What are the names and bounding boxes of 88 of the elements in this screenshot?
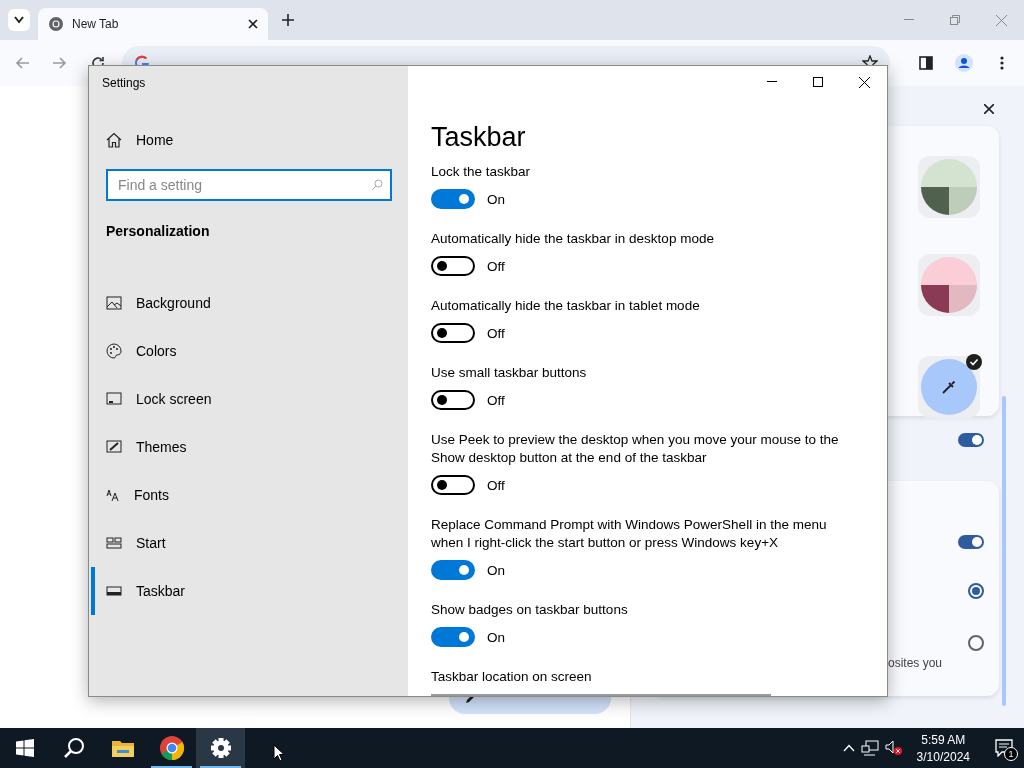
notifications-button[interactable]: 1: [984, 728, 1024, 768]
maximize-icon: [813, 77, 823, 87]
notification-count: 1: [1004, 747, 1018, 761]
toggle-switch[interactable]: [431, 256, 475, 276]
search-field[interactable]: Find a setting: [106, 169, 392, 201]
toggle-switch[interactable]: [431, 189, 475, 209]
color-swatch[interactable]: [921, 159, 977, 215]
eyedropper-icon: [940, 378, 958, 396]
toggle-state: On: [487, 191, 505, 207]
color-swatch[interactable]: [921, 359, 977, 415]
volume-muted-icon: [884, 740, 903, 756]
plus-icon: [282, 14, 294, 26]
nav-item[interactable]: Themes: [91, 423, 408, 471]
message-icon: [995, 739, 1013, 757]
home-nav-item[interactable]: Home: [89, 128, 408, 152]
close-icon: [858, 76, 870, 88]
side-panel-icon: [919, 56, 933, 70]
back-arrow-icon: [14, 57, 29, 69]
chevron-down-icon: [14, 16, 24, 24]
font-icon: [106, 488, 120, 502]
chrome-icon: [158, 735, 185, 761]
home-icon: [106, 132, 122, 148]
toggle-state: On: [487, 562, 505, 578]
time: 5:59 AM: [921, 732, 966, 747]
toggle-state: Off: [487, 477, 505, 493]
toggle-switch[interactable]: [431, 390, 475, 410]
close-icon: [248, 19, 258, 29]
nav-item[interactable]: Background: [91, 279, 408, 327]
setting-label: Show badges on taskbar buttons: [431, 601, 629, 619]
toggle-switch[interactable]: [431, 475, 475, 495]
toggle-state: On: [487, 629, 505, 645]
clock[interactable]: 5:59 AM 3/10/2024: [908, 732, 978, 764]
toggle-switch[interactable]: [431, 323, 475, 343]
brush-icon: [106, 440, 122, 454]
setting-label: Lock the taskbar: [431, 163, 532, 181]
date: 3/10/2024: [916, 749, 970, 764]
windows-logo-icon: [15, 739, 34, 757]
setting-label: Taskbar location on screen: [431, 668, 593, 686]
browser-tab[interactable]: New Tab: [38, 8, 268, 40]
forward-arrow-icon: [52, 57, 67, 69]
nav-item[interactable]: Fonts: [91, 471, 408, 519]
setting-label: Use small taskbar buttons: [431, 364, 588, 382]
network-icon: [860, 740, 879, 756]
minimize-icon: [904, 19, 914, 21]
setting-label: Use Peek to preview the desktop when you move your mouse to the Show desktop button at the end of the taskbar: [431, 431, 840, 467]
taskbar-icon: [106, 586, 122, 596]
toggle-state: Off: [487, 392, 505, 408]
setting-label: Automatically hide the taskbar in desktop mode: [431, 230, 715, 248]
check-badge-icon: [966, 354, 982, 370]
minimize-icon: [767, 81, 777, 83]
toggle-state: Off: [487, 325, 505, 341]
option-description: osites you: [888, 656, 943, 670]
section-heading: Personalization: [105, 223, 211, 241]
toggle-switch[interactable]: [958, 433, 984, 447]
toggle-switch[interactable]: [431, 560, 475, 580]
tab-search-button[interactable]: [8, 9, 30, 31]
scrollbar[interactable]: [1002, 396, 1006, 706]
setting-label: Automatically hide the taskbar in tablet mode: [431, 297, 701, 315]
palette-icon: [106, 343, 122, 359]
toggle-switch[interactable]: [958, 535, 984, 549]
tab-title: New Tab: [72, 17, 120, 31]
close-panel-button[interactable]: [984, 104, 994, 114]
toggle-switch[interactable]: [431, 627, 475, 647]
monitor-icon: [106, 392, 122, 406]
nav-item[interactable]: Colors: [91, 327, 408, 375]
start-layout-icon: [106, 537, 122, 549]
nav-item[interactable]: Lock screen: [91, 375, 408, 423]
close-icon: [984, 104, 994, 114]
window-title: Settings: [101, 75, 147, 92]
chrome-logo-icon: [48, 16, 64, 32]
chevron-up-icon: [842, 744, 855, 752]
setting-label: Replace Command Prompt with Windows PowerShell in the menu when I right-click the start button or press Windows key+X: [431, 516, 828, 552]
color-swatch[interactable]: [921, 257, 977, 313]
taskbar-app-button[interactable]: [196, 728, 245, 768]
person-icon: [955, 54, 973, 72]
mouse-cursor-icon: [273, 744, 285, 762]
search-icon: [371, 179, 383, 191]
radio-button[interactable]: [968, 635, 984, 651]
close-icon: [995, 14, 1007, 26]
picture-icon: [106, 296, 122, 310]
more-vertical-icon: [1000, 56, 1004, 70]
gear-icon: [209, 737, 232, 759]
radio-button[interactable]: [968, 583, 984, 599]
restore-icon: [950, 15, 960, 25]
page-title: Taskbar: [431, 122, 527, 153]
nav-item[interactable]: Start: [91, 519, 408, 567]
toggle-state: Off: [487, 258, 505, 274]
folder-icon: [110, 738, 135, 758]
